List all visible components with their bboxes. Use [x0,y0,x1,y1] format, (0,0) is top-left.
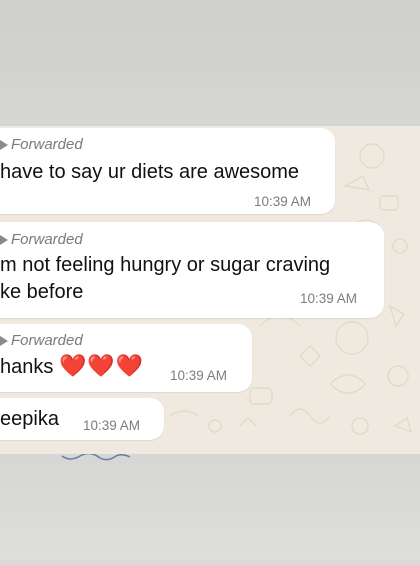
message-bubble[interactable]: eepika 10:39 AM [0,398,164,440]
handwriting-scribble [61,452,131,461]
message-time: 10:39 AM [170,368,228,383]
message-time: 10:39 AM [83,418,141,433]
message-text: eepika [0,408,59,430]
forward-arrow-icon [0,139,8,150]
message-text-line-1: m not feeling hungry or sugar craving [0,254,331,276]
message-text: hanks ❤️❤️❤️ [0,353,144,380]
message-word: hanks [0,356,54,378]
forwarded-text: Forwarded [11,332,83,349]
message-bubble[interactable]: Forwarded m not feeling hungry or sugar … [0,222,384,318]
paper-below [0,452,420,560]
message-text-line-2: ke before [0,281,84,303]
message-bubble[interactable]: Forwarded hanks ❤️❤️❤️ 10:39 AM [0,324,252,392]
forwarded-text: Forwarded [11,231,83,248]
forwarded-text: Forwarded [11,136,83,153]
forward-arrow-icon [0,335,8,346]
forward-arrow-icon [0,234,8,245]
forwarded-label: Forwarded [0,231,83,248]
message-text: have to say ur diets are awesome [0,161,300,183]
message-time: 10:39 AM [254,194,312,209]
message-bubble[interactable]: Forwarded have to say ur diets are aweso… [0,128,335,214]
forwarded-label: Forwarded [0,332,83,349]
heart-emoji-icon: ❤️❤️❤️ [58,353,145,378]
forwarded-label: Forwarded [0,136,83,153]
message-time: 10:39 AM [300,291,358,306]
chat-panel: Forwarded have to say ur diets are aweso… [0,126,420,454]
